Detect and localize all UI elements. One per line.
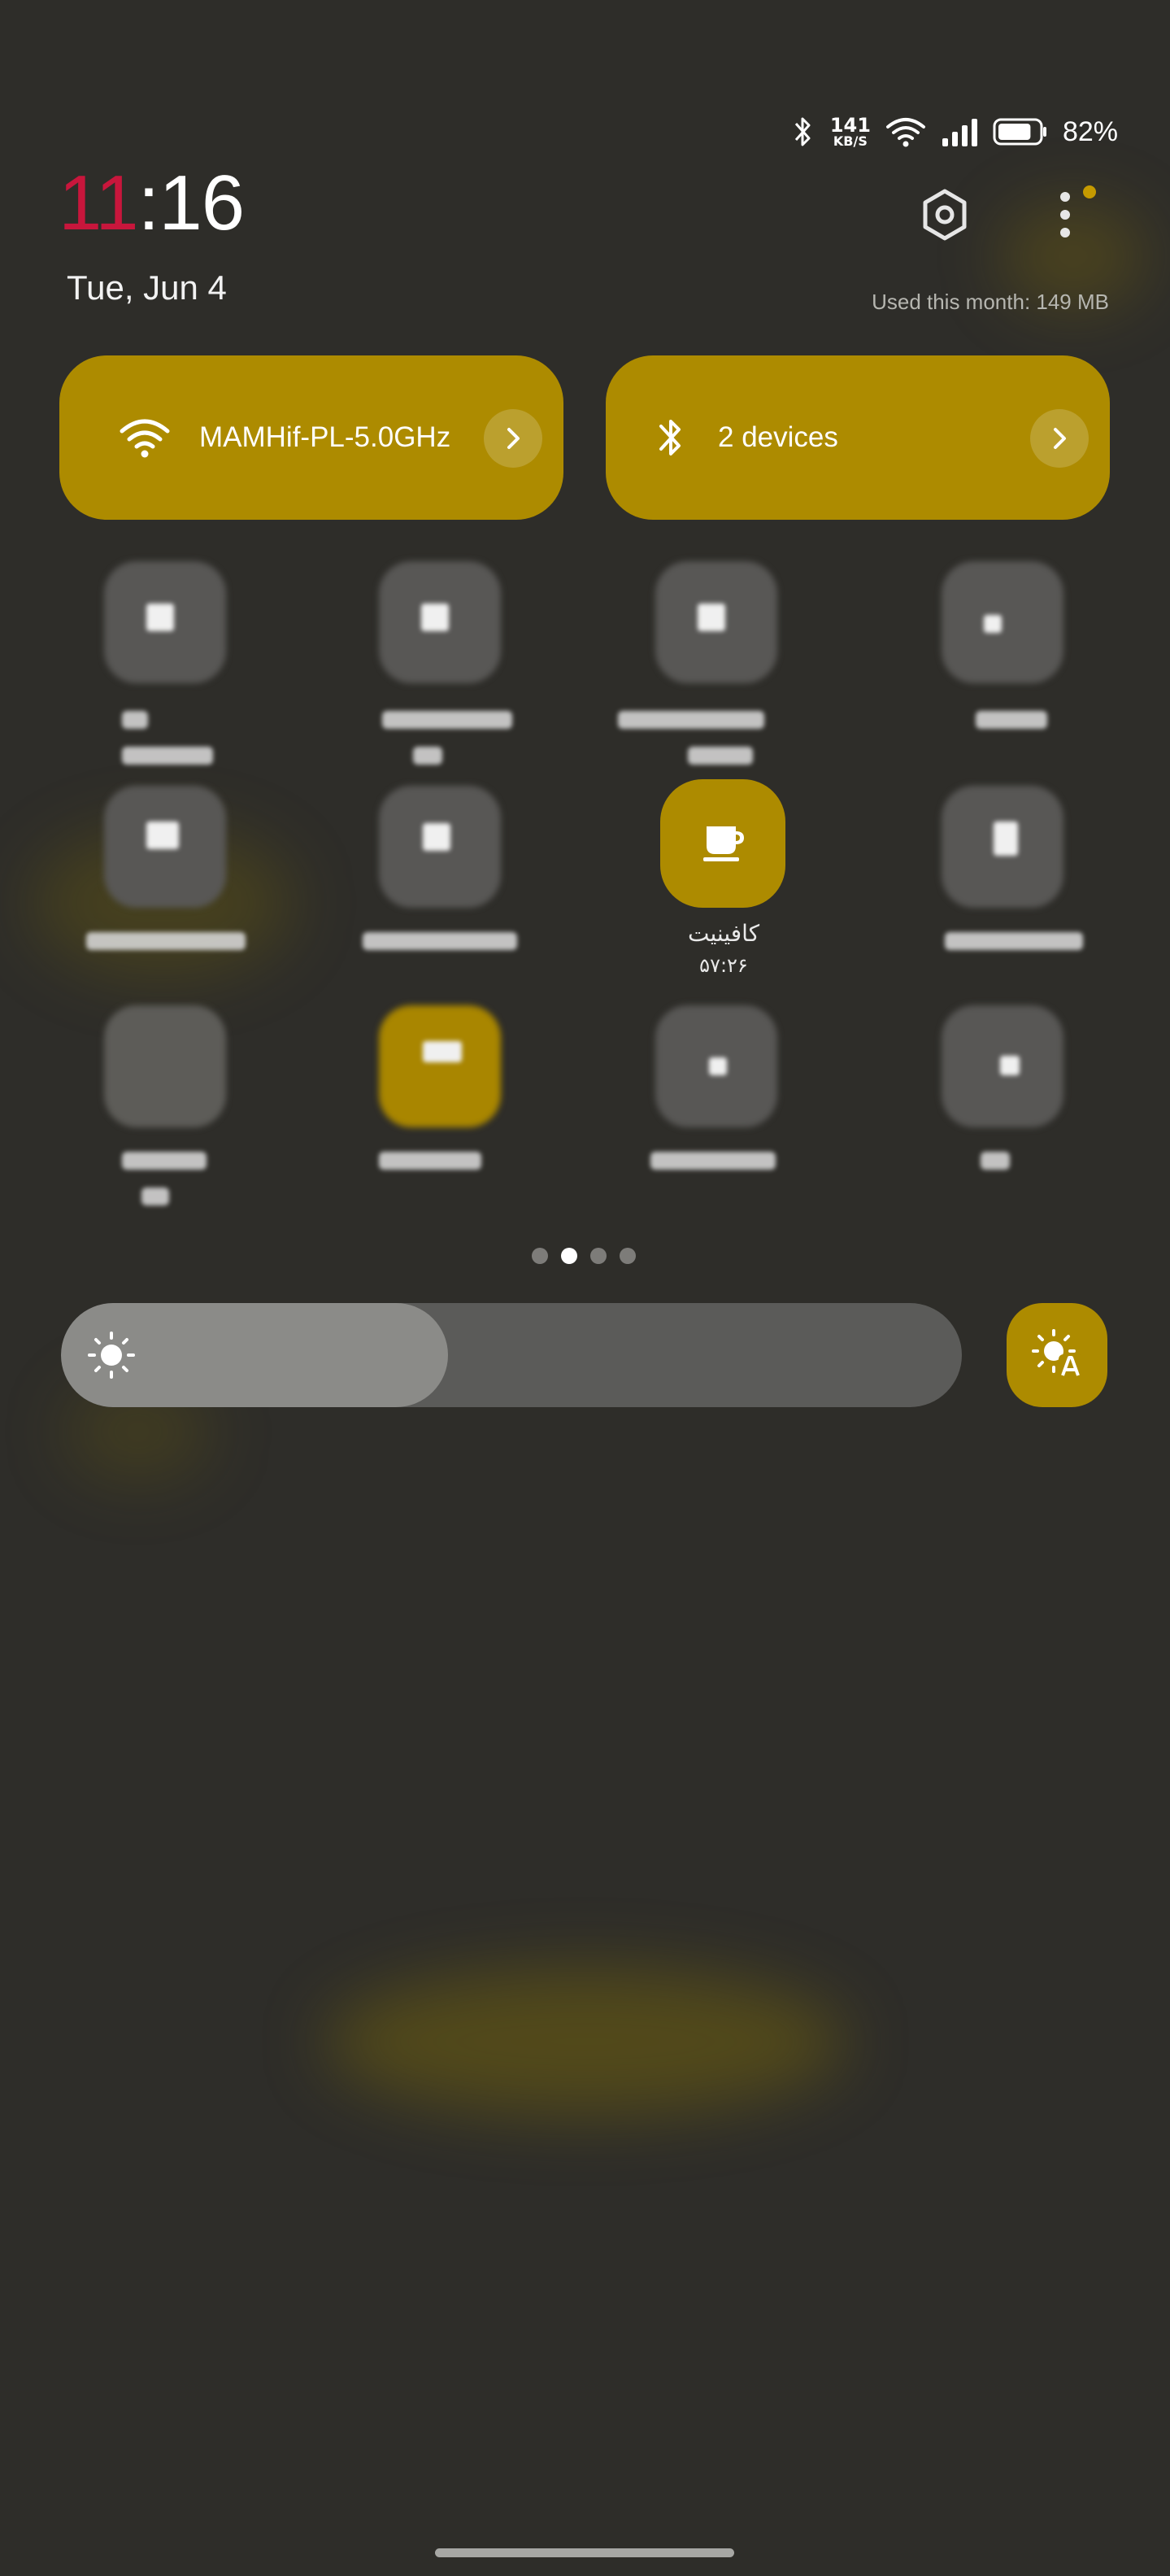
- wifi-network-name: MAMHif-PL-5.0GHz: [199, 421, 451, 453]
- battery-percentage: 82%: [1062, 116, 1118, 147]
- quick-tile-label: [618, 711, 764, 729]
- quick-tile-icon: [709, 1057, 727, 1075]
- quick-tile-label: [981, 1152, 1010, 1170]
- quick-tile-label: [688, 747, 753, 765]
- settings-button[interactable]: [912, 184, 977, 249]
- data-usage: Used this month: 149 MB: [872, 290, 1109, 314]
- quick-tile-label: [363, 932, 517, 950]
- quick-tile[interactable]: [379, 1005, 501, 1127]
- chevron-right-icon: [1054, 428, 1066, 449]
- quick-tile-icon: [146, 604, 174, 631]
- quick-tile-icon: [423, 823, 450, 851]
- clock-hour: 11: [59, 159, 139, 246]
- notification-dot: [1083, 185, 1096, 198]
- page-indicator[interactable]: [532, 1248, 636, 1264]
- caffeine-tile[interactable]: [660, 779, 785, 908]
- network-speed-unit: KB/S: [833, 133, 868, 149]
- brightness-slider[interactable]: [61, 1303, 962, 1407]
- quick-tile-label: [122, 711, 148, 729]
- auto-brightness-button[interactable]: [1007, 1303, 1107, 1407]
- ambient-glow: [325, 1968, 846, 2115]
- page-dot[interactable]: [561, 1248, 577, 1264]
- chevron-right-icon: [507, 428, 520, 449]
- quick-tile-icon: [984, 615, 1002, 633]
- wifi-tile[interactable]: MAMHif-PL-5.0GHz: [59, 355, 563, 520]
- network-speed: 141 KB/S: [830, 116, 871, 148]
- page-dot[interactable]: [590, 1248, 607, 1264]
- settings-icon: [920, 188, 970, 245]
- quick-tile[interactable]: [942, 561, 1063, 683]
- caffeine-tile-label: کافینیت: [687, 920, 760, 947]
- quick-tile-label: [650, 1152, 776, 1170]
- home-indicator[interactable]: [435, 2548, 734, 2557]
- page-dot[interactable]: [532, 1248, 548, 1264]
- clock-minutes: :16: [137, 159, 245, 246]
- quick-tile-label: [86, 932, 246, 950]
- signal-icon: [941, 117, 978, 146]
- quick-tile-icon: [698, 604, 725, 631]
- wifi-icon: [110, 416, 180, 459]
- battery-icon: [993, 117, 1048, 146]
- wifi-details-button[interactable]: [484, 409, 542, 468]
- clock[interactable]: 11:16: [59, 164, 245, 242]
- quick-tile-icon: [994, 822, 1018, 856]
- cup-icon: [700, 822, 746, 865]
- auto-brightness-icon: [1031, 1328, 1083, 1382]
- caffeine-tile-timer: ۵۷:۲۶: [699, 954, 748, 977]
- bluetooth-icon: [789, 116, 816, 148]
- network-speed-value: 141: [829, 114, 871, 137]
- quick-tile-label: [122, 747, 213, 765]
- bluetooth-details-button[interactable]: [1030, 409, 1089, 468]
- quick-tile-label: [382, 711, 512, 729]
- quick-tile-label: [976, 711, 1047, 729]
- quick-tile-icon: [421, 604, 449, 631]
- page-dot[interactable]: [620, 1248, 636, 1264]
- quick-tile-label: [141, 1188, 169, 1205]
- quick-tile-icon: [146, 822, 179, 849]
- quick-tile-label: [379, 1152, 481, 1170]
- sun-icon: [87, 1331, 136, 1383]
- quick-tile-icon: [1000, 1056, 1020, 1075]
- bluetooth-status: 2 devices: [718, 421, 838, 453]
- quick-tile[interactable]: [104, 1005, 226, 1127]
- quick-tile-icon: [423, 1041, 462, 1062]
- quick-tile-label: [945, 932, 1083, 950]
- more-icon: [1059, 190, 1071, 242]
- bluetooth-icon: [645, 415, 697, 460]
- quick-tile-label: [413, 747, 442, 765]
- wifi-icon: [885, 116, 926, 148]
- status-bar: 141 KB/S 82%: [789, 114, 1118, 150]
- date[interactable]: Tue, Jun 4: [67, 268, 227, 307]
- quick-tile-label: [122, 1152, 207, 1170]
- bluetooth-tile[interactable]: 2 devices: [606, 355, 1110, 520]
